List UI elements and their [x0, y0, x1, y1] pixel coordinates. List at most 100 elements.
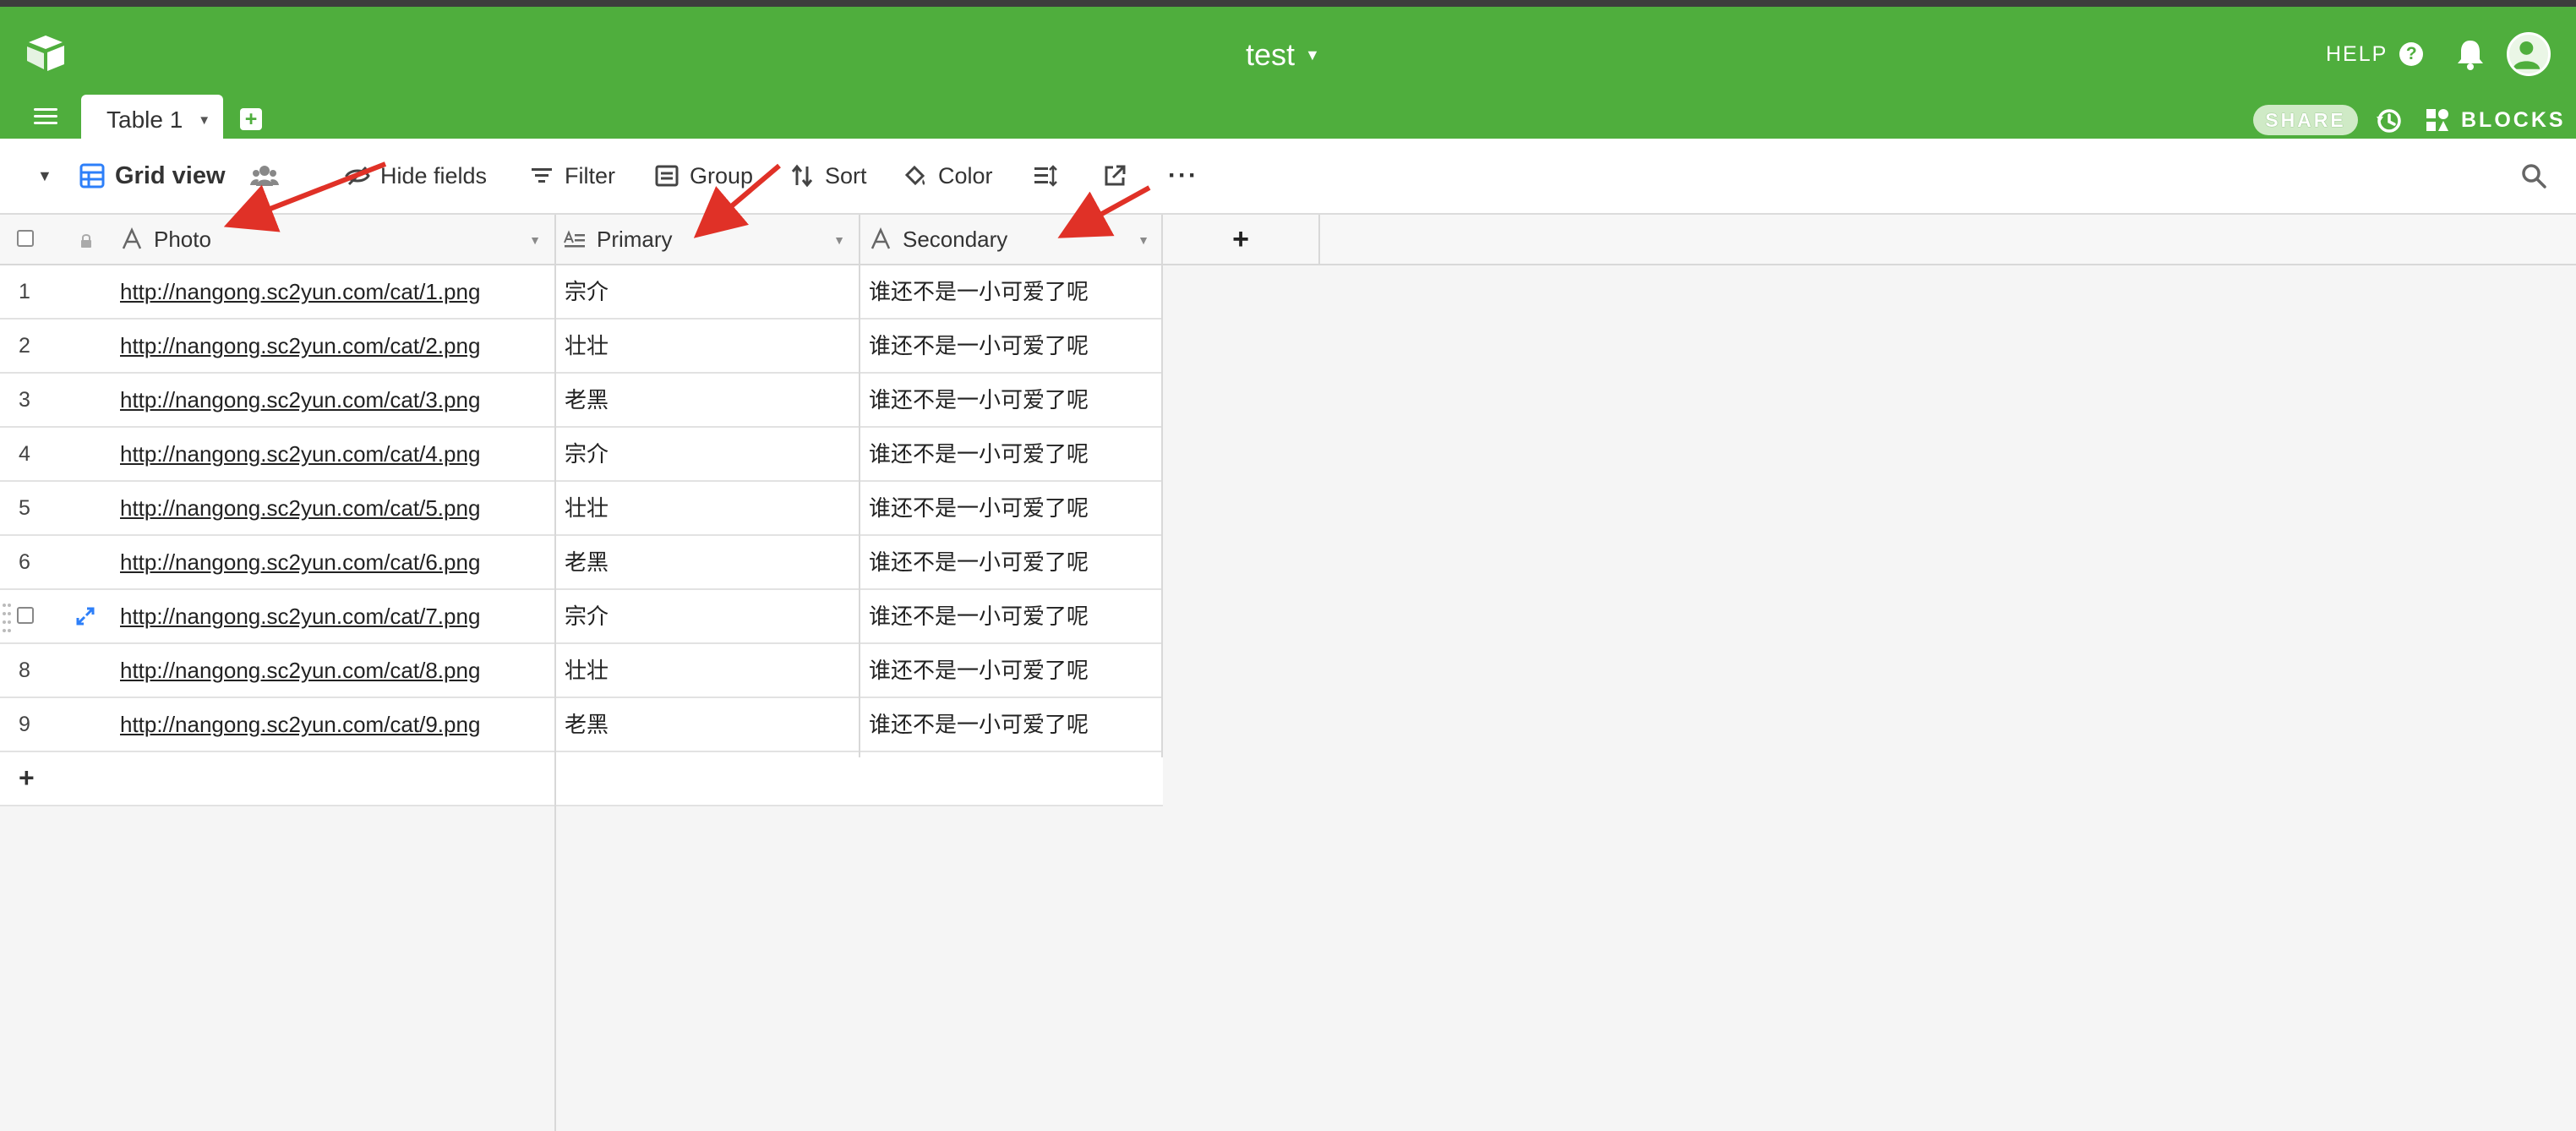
cell-secondary[interactable]: 谁还不是一小可爱了呢: [869, 482, 1089, 534]
cell-photo-url[interactable]: http://nangong.sc2yun.com/cat/1.png: [120, 265, 480, 318]
row-number: 1: [19, 280, 30, 303]
row-number: 3: [19, 388, 30, 412]
row-number: 2: [19, 334, 30, 358]
view-toolbar: ▼ Grid view Hide fields Filter Group Sor…: [0, 139, 2576, 215]
row-number: 8: [19, 658, 30, 682]
chevron-down-icon[interactable]: ▼: [833, 233, 845, 247]
cell-primary[interactable]: 宗介: [565, 590, 609, 642]
collaborators-button[interactable]: [250, 139, 279, 213]
cell-primary[interactable]: 壮壮: [565, 320, 609, 372]
cell-primary[interactable]: 宗介: [565, 265, 609, 318]
hide-fields-button[interactable]: Hide fields: [345, 139, 487, 213]
add-record-button[interactable]: +: [19, 762, 35, 794]
column-header-primary[interactable]: Primary ▼: [563, 215, 859, 264]
help-label: HELP: [2326, 41, 2388, 66]
cell-photo-url[interactable]: http://nangong.sc2yun.com/cat/7.png: [120, 590, 480, 642]
blocks-button[interactable]: BLOCKS: [2424, 103, 2566, 137]
cell-primary[interactable]: 老黑: [565, 536, 609, 588]
row-number: 9: [19, 713, 30, 736]
tab-label: Table 1: [106, 107, 183, 133]
help-button[interactable]: HELP ?: [2326, 36, 2424, 73]
group-button[interactable]: Group: [654, 139, 753, 213]
color-button[interactable]: Color: [903, 139, 993, 213]
table-row[interactable]: 4 http://nangong.sc2yun.com/cat/4.png 宗介 谁还…: [0, 428, 1163, 482]
tab-table-1[interactable]: Table 1 ▼: [81, 95, 223, 145]
cell-secondary[interactable]: 谁还不是一小可爱了呢: [869, 374, 1089, 426]
row-height-button[interactable]: [1033, 139, 1058, 213]
table-row[interactable]: 2 http://nangong.sc2yun.com/cat/2.png 壮壮 谁还…: [0, 320, 1163, 374]
column-header-secondary[interactable]: Secondary ▼: [869, 215, 1163, 264]
sort-icon: [791, 164, 813, 188]
add-field-button[interactable]: +: [1163, 215, 1320, 264]
table-row[interactable]: 8 http://nangong.sc2yun.com/cat/8.png 壮壮 谁还…: [0, 644, 1163, 698]
cell-primary[interactable]: 老黑: [565, 374, 609, 426]
chevron-down-icon[interactable]: ▼: [198, 113, 210, 128]
table-row[interactable]: 3 http://nangong.sc2yun.com/cat/3.png 老黑 谁还…: [0, 374, 1163, 428]
sort-button[interactable]: Sort: [789, 139, 867, 213]
add-record-row[interactable]: +: [0, 752, 1163, 806]
cell-photo-url[interactable]: http://nangong.sc2yun.com/cat/8.png: [120, 644, 480, 697]
table-row[interactable]: 1 http://nangong.sc2yun.com/cat/1.png 宗介 谁还…: [0, 265, 1163, 320]
avatar[interactable]: [2507, 32, 2551, 76]
table-row[interactable]: http://nangong.sc2yun.com/cat/7.png 宗介 谁还不…: [0, 590, 1163, 644]
cell-secondary[interactable]: 谁还不是一小可爱了呢: [869, 698, 1089, 751]
user-icon: [2513, 41, 2541, 69]
cell-primary[interactable]: 宗介: [565, 428, 609, 480]
cell-secondary[interactable]: 谁还不是一小可爱了呢: [869, 320, 1089, 372]
column-name: Secondary: [903, 226, 1008, 252]
select-all-checkbox[interactable]: [17, 230, 34, 247]
menu-icon[interactable]: [34, 108, 57, 125]
blocks-label: BLOCKS: [2461, 107, 2566, 132]
history-icon[interactable]: [2375, 107, 2404, 135]
chevron-down-icon[interactable]: ▼: [1138, 233, 1149, 247]
cell-photo-url[interactable]: http://nangong.sc2yun.com/cat/2.png: [120, 320, 480, 372]
cell-photo-url[interactable]: http://nangong.sc2yun.com/cat/4.png: [120, 428, 480, 480]
share-view-button[interactable]: [1102, 139, 1127, 213]
filter-label: Filter: [565, 162, 615, 188]
cell-secondary[interactable]: 谁还不是一小可爱了呢: [869, 644, 1089, 697]
eye-off-icon: [345, 166, 370, 186]
cell-photo-url[interactable]: http://nangong.sc2yun.com/cat/3.png: [120, 374, 480, 426]
cell-secondary[interactable]: 谁还不是一小可爱了呢: [869, 536, 1089, 588]
search-icon[interactable]: [2520, 162, 2547, 189]
filter-button[interactable]: Filter: [529, 139, 615, 213]
column-header-photo[interactable]: Photo ▼: [120, 215, 554, 264]
column-name: Photo: [154, 226, 211, 252]
bell-icon[interactable]: [2454, 37, 2486, 71]
blocks-icon: [2426, 109, 2448, 131]
users-icon: [250, 166, 279, 186]
view-switcher[interactable]: Grid view: [79, 139, 226, 213]
caret-down-icon: ▼: [37, 167, 52, 184]
cell-photo-url[interactable]: http://nangong.sc2yun.com/cat/5.png: [120, 482, 480, 534]
chevron-down-icon: ▼: [1305, 46, 1320, 63]
row-checkbox[interactable]: [17, 607, 34, 624]
cell-secondary[interactable]: 谁还不是一小可爱了呢: [869, 428, 1089, 480]
cell-secondary[interactable]: 谁还不是一小可爱了呢: [869, 265, 1089, 318]
table-row[interactable]: 6 http://nangong.sc2yun.com/cat/6.png 老黑 谁还…: [0, 536, 1163, 590]
expand-record-icon[interactable]: [74, 605, 96, 627]
grid-header: Photo ▼ Primary ▼ Secondary ▼ +: [0, 215, 2576, 265]
cell-primary[interactable]: 壮壮: [565, 644, 609, 697]
chevron-down-icon[interactable]: ▼: [529, 233, 541, 247]
frozen-column-divider[interactable]: [554, 215, 556, 1131]
column-divider: [1161, 215, 1163, 757]
lock-icon: [81, 234, 91, 248]
sort-label: Sort: [825, 162, 867, 188]
group-label: Group: [690, 162, 754, 188]
cell-secondary[interactable]: 谁还不是一小可爱了呢: [869, 590, 1089, 642]
share-button[interactable]: SHARE: [2253, 105, 2358, 135]
table-row[interactable]: 5 http://nangong.sc2yun.com/cat/5.png 壮壮 谁还…: [0, 482, 1163, 536]
cell-photo-url[interactable]: http://nangong.sc2yun.com/cat/6.png: [120, 536, 480, 588]
views-toggle[interactable]: ▼: [37, 139, 52, 213]
cell-photo-url[interactable]: http://nangong.sc2yun.com/cat/9.png: [120, 698, 480, 751]
table-row[interactable]: 9 http://nangong.sc2yun.com/cat/9.png 老黑 谁还…: [0, 698, 1163, 752]
drag-handle-icon[interactable]: [2, 598, 12, 636]
base-title[interactable]: test ▼: [1246, 32, 1320, 78]
airtable-logo-icon[interactable]: [24, 32, 68, 76]
color-label: Color: [938, 162, 993, 188]
cell-primary[interactable]: 老黑: [565, 698, 609, 751]
cell-primary[interactable]: 壮壮: [565, 482, 609, 534]
paint-bucket-icon: [904, 165, 925, 186]
more-options-button[interactable]: ···: [1168, 139, 1198, 213]
add-table-button[interactable]: +: [240, 108, 262, 130]
